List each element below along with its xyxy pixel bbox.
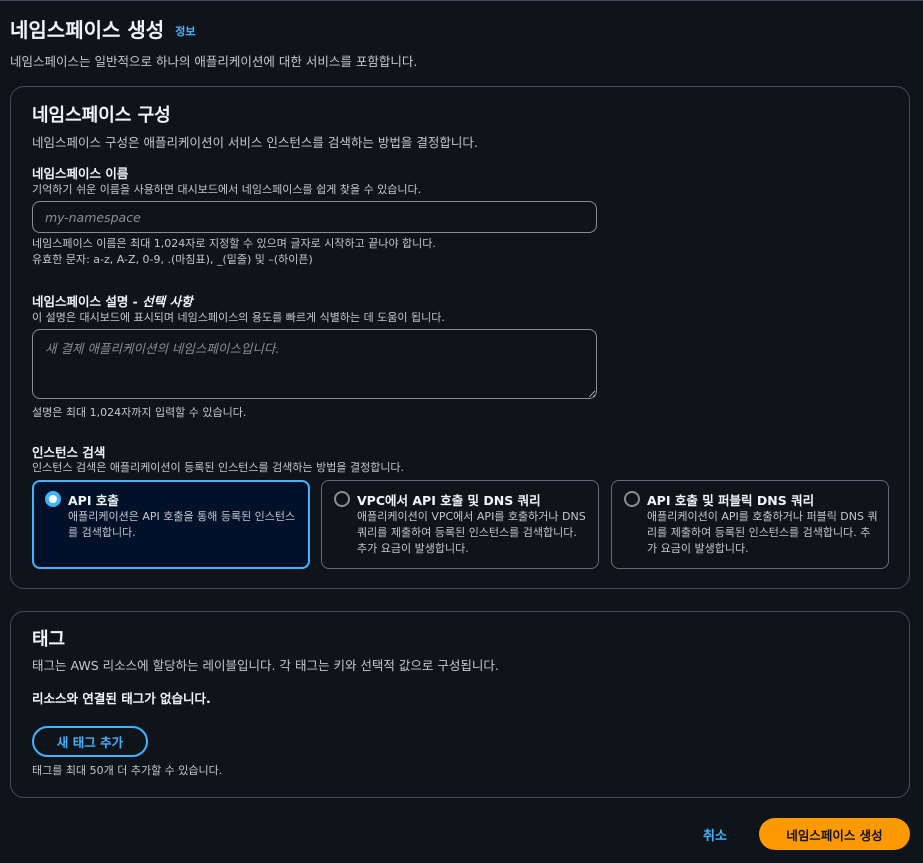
namespace-name-input[interactable] (32, 201, 597, 233)
instance-discovery-description: 인스턴스 검색은 애플리케이션이 등록된 인스턴스를 검색하는 방법을 결정합니… (32, 461, 405, 474)
namespace-name-label: 네임스페이스 이름 (32, 166, 129, 181)
info-link[interactable]: 정보 (175, 25, 195, 38)
tags-panel-description: 태그는 AWS 리소스에 할당하는 레이블입니다. 각 태그는 키와 선택적 값… (32, 658, 499, 673)
tag-limit-text: 태그를 최대 50개 더 추가할 수 있습니다. (32, 764, 223, 777)
radio-unselected-icon[interactable] (624, 491, 640, 507)
namespace-description-textarea[interactable] (32, 329, 597, 399)
namespace-description-label-text: 네임스페이스 설명 (32, 294, 129, 309)
config-panel-description: 네임스페이스 구성은 애플리케이션이 서비스 인스턴스를 검색하는 방법을 결정… (32, 135, 478, 150)
discovery-option-public-dns[interactable]: API 호출 및 퍼블릭 DNS 쿼리 애플리케이션이 API를 호출하거나 퍼… (611, 480, 889, 569)
namespace-description-label: 네임스페이스 설명 - 선택 사항 (32, 291, 193, 310)
discovery-option-title: API 호출 (68, 493, 119, 508)
no-tags-message: 리소스와 연결된 태그가 없습니다. (32, 691, 211, 706)
top-divider (0, 0, 923, 3)
page-header: 네임스페이스 생성 정보 (10, 14, 196, 43)
discovery-option-description: 애플리케이션이 API를 호출하거나 퍼블릭 DNS 쿼리를 제출하여 등록된 … (647, 510, 878, 555)
add-new-tag-button[interactable]: 새 태그 추가 (32, 726, 148, 757)
discovery-option-api[interactable]: API 호출 애플리케이션은 API 호출을 통해 등록된 인스턴스를 검색합니… (32, 480, 310, 569)
discovery-option-title: API 호출 및 퍼블릭 DNS 쿼리 (647, 493, 815, 508)
page-description: 네임스페이스는 일반적으로 하나의 애플리케이션에 대한 서비스를 포함합니다. (10, 54, 418, 69)
discovery-option-vpc[interactable]: VPC에서 API 호출 및 DNS 쿼리 애플리케이션이 VPC에서 API를… (321, 480, 599, 569)
tags-panel-title: 태그 (32, 629, 66, 650)
namespace-config-panel: 네임스페이스 구성 네임스페이스 구성은 애플리케이션이 서비스 인스턴스를 검… (10, 86, 910, 589)
namespace-description-constraint: 설명은 최대 1,024자까지 입력할 수 있습니다. (32, 406, 247, 419)
namespace-name-constraint-chars: 유효한 문자: a-z, A-Z, 0-9, .(마침표), _(밑줄) 및 –… (32, 253, 313, 266)
discovery-option-description: 애플리케이션은 API 호출을 통해 등록된 인스턴스를 검색합니다. (68, 510, 296, 539)
config-panel-title: 네임스페이스 구성 (32, 105, 171, 126)
discovery-option-description: 애플리케이션이 VPC에서 API를 호출하거나 DNS 쿼리를 제출하여 등록… (357, 510, 586, 555)
tags-panel: 태그 태그는 AWS 리소스에 할당하는 레이블입니다. 각 태그는 키와 선택… (10, 611, 910, 798)
page-title: 네임스페이스 생성 (10, 18, 165, 42)
discovery-option-title: VPC에서 API 호출 및 DNS 쿼리 (357, 493, 541, 508)
radio-selected-icon[interactable] (45, 491, 61, 507)
namespace-name-constraint-length: 네임스페이스 이름은 최대 1,024자로 지정할 수 있으며 글자로 시작하고… (32, 237, 436, 250)
namespace-name-description: 기억하기 쉬운 이름을 사용하면 대시보드에서 네임스페이스를 쉽게 찾을 수 … (32, 183, 422, 196)
radio-unselected-icon[interactable] (334, 491, 350, 507)
cancel-button[interactable]: 취소 (691, 819, 739, 849)
namespace-name-constraint: 네임스페이스 이름은 최대 1,024자로 지정할 수 있으며 글자로 시작하고… (32, 236, 436, 268)
create-namespace-button[interactable]: 네임스페이스 생성 (759, 818, 910, 850)
namespace-description-description: 이 설명은 대시보드에 표시되며 네임스페이스의 용도를 빠르게 식별하는 데 … (32, 311, 445, 324)
optional-marker: - 선택 사항 (128, 294, 193, 309)
